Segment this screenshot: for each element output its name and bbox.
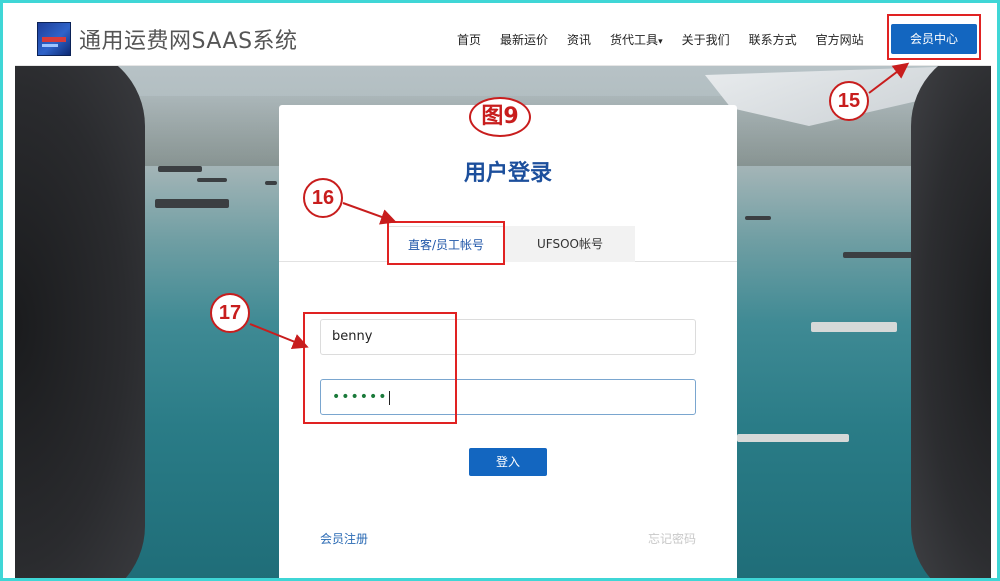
ship xyxy=(158,166,202,172)
annotation-marker-16: 16 xyxy=(303,178,343,218)
caret-down-icon: ▾ xyxy=(658,37,663,47)
screenshot-frame: 通用运费网SAAS系统 首页 最新运价 资讯 货代工具▾ 关于我们 联系方式 官… xyxy=(0,0,1000,581)
ship xyxy=(265,181,277,185)
annotation-box-member-center xyxy=(887,14,981,60)
ship xyxy=(737,434,849,442)
annotation-box-account-tab xyxy=(387,221,505,265)
login-title: 用户登录 xyxy=(463,161,552,186)
nav-home[interactable]: 首页 xyxy=(457,31,481,48)
ship xyxy=(843,252,913,258)
nav-forwarder-tools[interactable]: 货代工具▾ xyxy=(610,31,663,48)
ship xyxy=(811,322,897,332)
login-button[interactable]: 登入 xyxy=(469,448,547,476)
login-tabs: 直客/员工帐号 UFSOO帐号 xyxy=(279,226,737,262)
tab-ufsoo-account[interactable]: UFSOO帐号 xyxy=(505,226,635,262)
annotation-marker-15: 15 xyxy=(829,81,869,121)
main-nav: 首页 最新运价 资讯 货代工具▾ 关于我们 联系方式 官方网站 xyxy=(457,31,883,48)
nav-latest-rates[interactable]: 最新运价 xyxy=(500,31,548,48)
airplane-window-frame-right xyxy=(911,66,991,578)
ship xyxy=(155,199,229,208)
figure-label: 图9 xyxy=(469,97,531,137)
site-logo[interactable] xyxy=(37,22,71,56)
ship xyxy=(745,216,771,220)
forgot-password-link[interactable]: 忘记密码 xyxy=(648,530,696,547)
annotation-box-credentials xyxy=(303,312,457,424)
site-title: 通用运费网SAAS系统 xyxy=(79,29,298,54)
ship xyxy=(197,178,227,182)
nav-news[interactable]: 资讯 xyxy=(567,31,591,48)
annotation-marker-17: 17 xyxy=(210,293,250,333)
nav-about-us[interactable]: 关于我们 xyxy=(682,31,730,48)
register-link[interactable]: 会员注册 xyxy=(320,530,368,547)
top-header: 通用运费网SAAS系统 首页 最新运价 资讯 货代工具▾ 关于我们 联系方式 官… xyxy=(15,11,991,66)
nav-forwarder-tools-label: 货代工具 xyxy=(610,33,659,47)
airplane-window-frame-left xyxy=(15,66,145,578)
nav-contact[interactable]: 联系方式 xyxy=(749,31,797,48)
nav-official-site[interactable]: 官方网站 xyxy=(816,31,864,48)
